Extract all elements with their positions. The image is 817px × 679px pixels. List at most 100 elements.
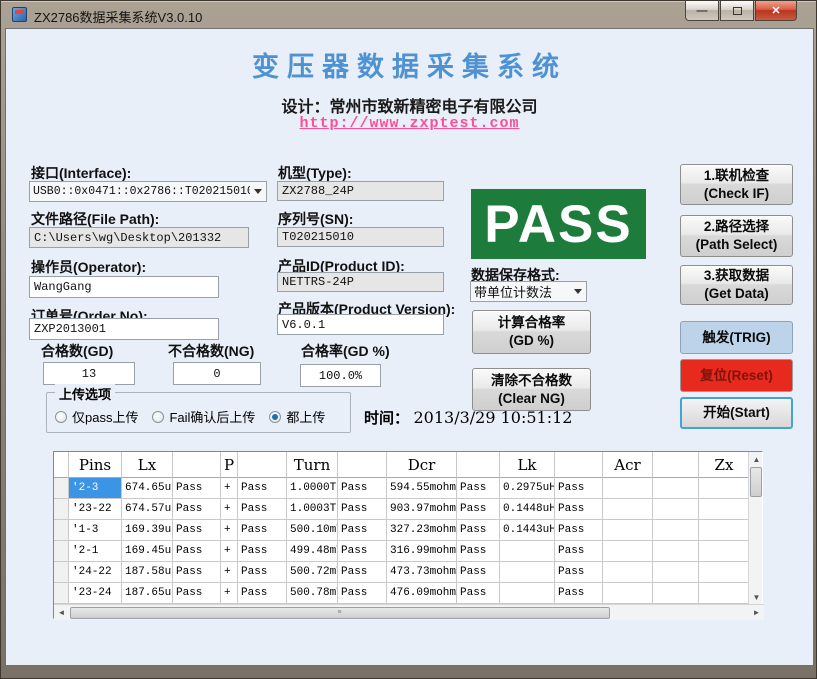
horizontal-scrollbar[interactable]: ◄ ≡ ► (54, 604, 764, 620)
radio-icon[interactable] (55, 411, 67, 423)
path-select-button[interactable]: 2.路径选择 (Path Select) (680, 215, 793, 257)
table-cell[interactable]: 1.0000T (287, 478, 338, 499)
table-cell[interactable] (500, 541, 555, 562)
table-cell[interactable]: 169.45uH (122, 541, 173, 562)
table-cell[interactable]: 594.55mohm (387, 478, 457, 499)
scroll-down-icon[interactable]: ▼ (749, 590, 764, 604)
save-format-combobox[interactable]: 带单位计数法 (470, 281, 587, 302)
vertical-scrollbar[interactable]: ▲ ▼ (748, 452, 762, 604)
table-cell[interactable] (500, 583, 555, 604)
table-cell[interactable] (699, 478, 750, 499)
scroll-left-icon[interactable]: ◄ (54, 606, 69, 620)
scroll-right-icon[interactable]: ► (749, 606, 764, 620)
table-cell[interactable]: 169.39uH (122, 520, 173, 541)
table-header-cell[interactable] (338, 452, 387, 478)
table-cell[interactable]: Pass (555, 541, 603, 562)
product-version-field[interactable] (277, 314, 444, 335)
operator-field[interactable] (29, 276, 219, 298)
table-cell[interactable] (603, 562, 653, 583)
table-cell[interactable]: '23-24 (69, 583, 122, 604)
ng-count-field[interactable] (173, 362, 261, 385)
table-cell[interactable]: 0.2975uH (500, 478, 555, 499)
radio-icon[interactable] (269, 411, 281, 423)
table-cell[interactable]: 674.57uH (122, 499, 173, 520)
table-cell[interactable]: 500.10mT (287, 520, 338, 541)
table-header-cell[interactable] (555, 452, 603, 478)
table-cell[interactable]: Pass (457, 583, 500, 604)
table-cell[interactable]: 674.65uH (122, 478, 173, 499)
table-cell[interactable]: + (221, 499, 238, 520)
table-cell[interactable]: 1.0003T (287, 499, 338, 520)
table-cell[interactable]: 476.09mohm (387, 583, 457, 604)
gd-rate-field[interactable] (300, 364, 381, 387)
table-cell[interactable] (603, 478, 653, 499)
table-cell[interactable] (603, 499, 653, 520)
order-field[interactable] (29, 318, 219, 340)
row-header-cell[interactable] (54, 452, 69, 478)
table-cell[interactable]: Pass (238, 562, 287, 583)
row-header-cell[interactable] (54, 520, 69, 541)
table-cell[interactable]: 473.73mohm (387, 562, 457, 583)
table-cell[interactable]: Pass (338, 562, 387, 583)
clear-ng-button[interactable]: 清除不合格数 (Clear NG) (472, 368, 591, 411)
table-cell[interactable] (653, 520, 699, 541)
table-cell[interactable]: Pass (238, 499, 287, 520)
table-cell[interactable]: Pass (173, 562, 221, 583)
table-cell[interactable] (603, 541, 653, 562)
table-header-cell[interactable]: Lk (500, 452, 555, 478)
table-cell[interactable]: + (221, 583, 238, 604)
table-cell[interactable]: Pass (338, 541, 387, 562)
radio-icon[interactable] (152, 411, 164, 423)
table-cell[interactable]: Pass (173, 520, 221, 541)
reset-button[interactable]: 复位(Reset) (680, 359, 793, 392)
table-cell[interactable]: Pass (555, 520, 603, 541)
table-cell[interactable] (603, 583, 653, 604)
trig-button[interactable]: 触发(TRIG) (680, 321, 793, 354)
table-cell[interactable] (699, 583, 750, 604)
table-header-cell[interactable] (238, 452, 287, 478)
table-header-cell[interactable] (653, 452, 699, 478)
row-header-cell[interactable] (54, 562, 69, 583)
table-cell[interactable]: 0.1443uH (500, 520, 555, 541)
table-cell[interactable]: '2-1 (69, 541, 122, 562)
table-cell[interactable]: Pass (555, 562, 603, 583)
horizontal-scroll-thumb[interactable]: ≡ (70, 607, 610, 619)
table-cell[interactable]: + (221, 541, 238, 562)
table-cell[interactable]: Pass (238, 478, 287, 499)
scroll-up-icon[interactable]: ▲ (749, 452, 764, 466)
table-cell[interactable]: '24-22 (69, 562, 122, 583)
vertical-scroll-thumb[interactable] (750, 467, 762, 497)
dropdown-arrow-icon[interactable] (250, 189, 266, 194)
start-button[interactable]: 开始(Start) (680, 397, 793, 429)
type-field[interactable] (277, 181, 444, 201)
table-cell[interactable]: Pass (238, 520, 287, 541)
table-cell[interactable]: 187.65uH (122, 583, 173, 604)
get-data-button[interactable]: 3.获取数据 (Get Data) (680, 265, 793, 305)
table-cell[interactable]: Pass (173, 583, 221, 604)
table-header-cell[interactable]: Zx (699, 452, 750, 478)
table-cell[interactable]: + (221, 478, 238, 499)
table-cell[interactable] (699, 562, 750, 583)
radio-option-0[interactable]: 仅pass上传 (55, 407, 138, 426)
table-cell[interactable] (653, 541, 699, 562)
table-cell[interactable] (699, 499, 750, 520)
table-cell[interactable]: Pass (338, 520, 387, 541)
table-cell[interactable]: Pass (555, 583, 603, 604)
table-cell[interactable]: 500.78mT (287, 583, 338, 604)
table-cell[interactable]: 499.48mT (287, 541, 338, 562)
table-cell[interactable]: Pass (338, 583, 387, 604)
interface-combobox[interactable]: USB0::0x0471::0x2786::T020215010::: (29, 181, 267, 202)
table-cell[interactable] (699, 541, 750, 562)
radio-option-1[interactable]: Fail确认后上传 (152, 407, 255, 426)
gd-count-field[interactable] (43, 362, 135, 385)
title-bar[interactable]: ZX2786数据采集系统V3.0.10 — ✕ (1, 1, 817, 28)
table-header-cell[interactable]: Dcr (387, 452, 457, 478)
table-cell[interactable]: Pass (555, 499, 603, 520)
table-header-cell[interactable]: Lx (122, 452, 173, 478)
row-header-cell[interactable] (54, 478, 69, 499)
website-link[interactable]: http://www.zxptest.com (1, 115, 817, 132)
table-header-cell[interactable] (173, 452, 221, 478)
dropdown-arrow-icon[interactable] (570, 289, 586, 294)
table-cell[interactable]: Pass (338, 499, 387, 520)
check-if-button[interactable]: 1.联机检查 (Check IF) (680, 164, 793, 205)
